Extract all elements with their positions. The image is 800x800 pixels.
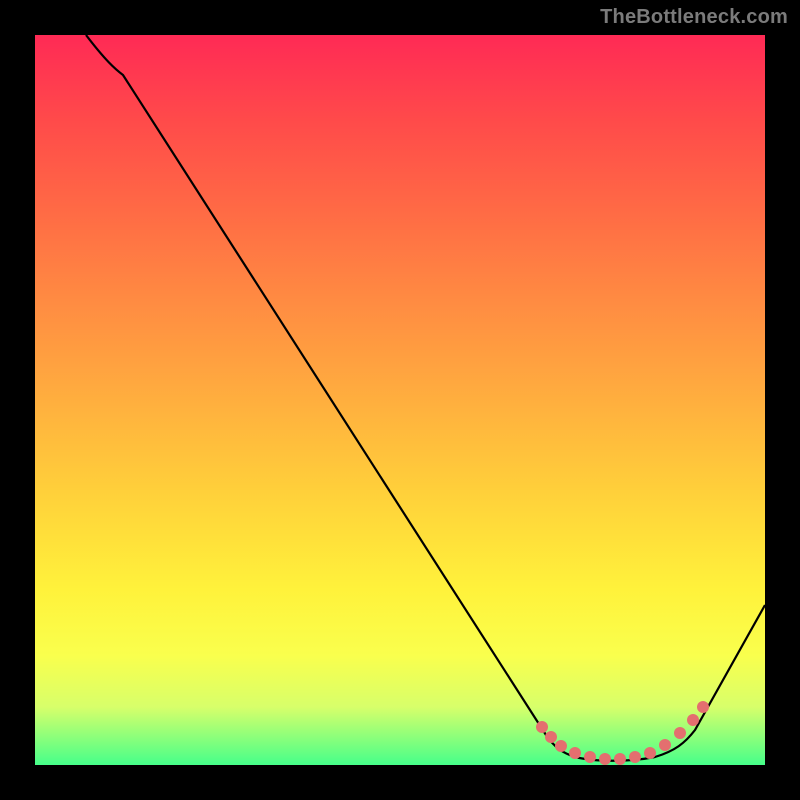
bottleneck-curve [86,35,765,761]
plot-area [35,35,765,765]
chart-frame: TheBottleneck.com [0,0,800,800]
chart-svg [35,35,765,765]
watermark-text: TheBottleneck.com [600,6,788,29]
optimal-region-dots [536,701,709,765]
